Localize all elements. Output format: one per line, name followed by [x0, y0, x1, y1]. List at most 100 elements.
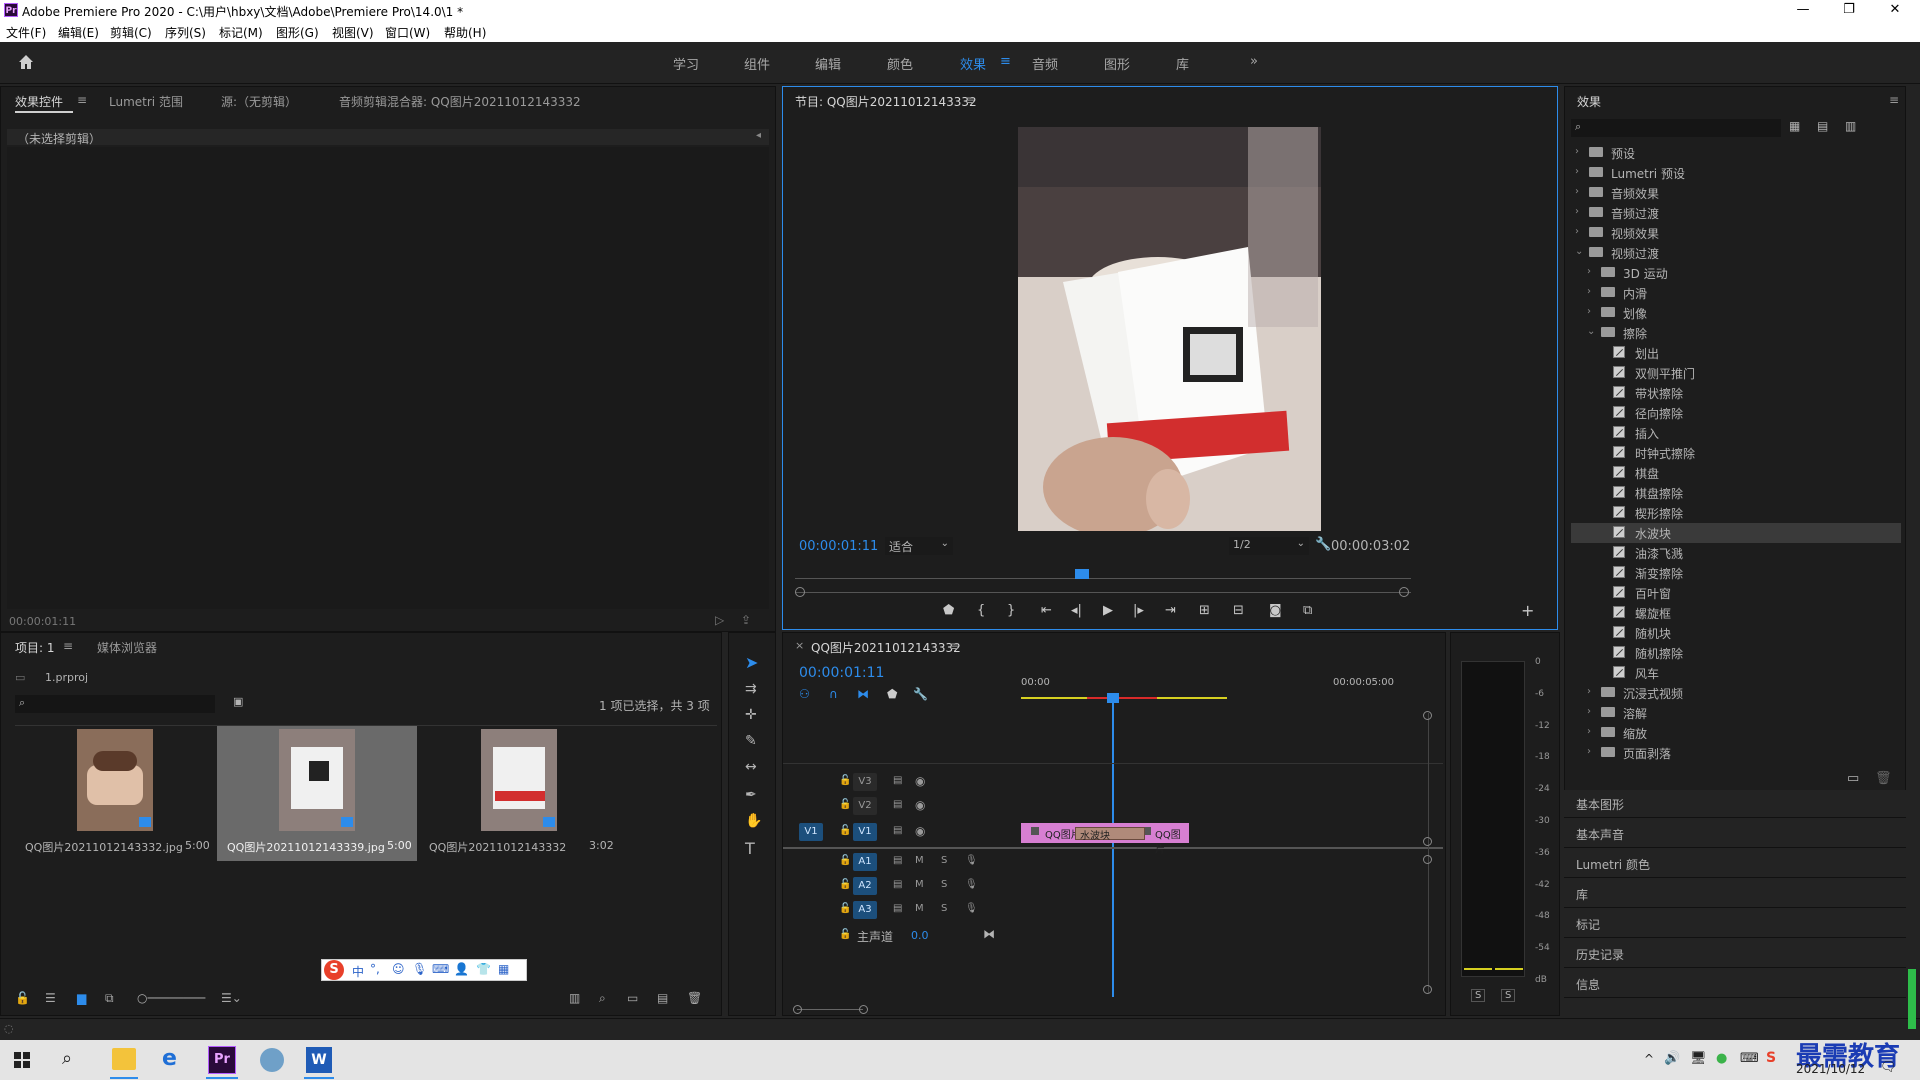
track-target-a2[interactable]: A2 [853, 877, 877, 895]
chevron-right-icon[interactable]: › [1587, 266, 1591, 277]
workspace-menu-icon[interactable]: ≡ [1000, 54, 1011, 69]
project-menu-icon[interactable]: ≡ [63, 639, 73, 653]
workspace-editing[interactable]: 编辑 [815, 54, 841, 73]
export-icon[interactable]: ⇪ [741, 613, 751, 627]
zoom-handle-right[interactable] [1399, 587, 1409, 597]
program-playhead[interactable] [1075, 569, 1089, 579]
panel-lumetri-color[interactable]: Lumetri 颜色 [1564, 850, 1906, 878]
new-bin-icon[interactable]: ▭ [1847, 771, 1859, 786]
menu-clip[interactable]: 剪辑(C) [110, 24, 152, 41]
solo-button[interactable]: S [941, 855, 947, 866]
new-bin-icon[interactable]: ▭ [627, 991, 638, 1005]
mute-button[interactable]: M [915, 855, 924, 866]
pen-tool-icon[interactable]: ✒ [745, 787, 757, 803]
panel-history[interactable]: 历史记录 [1564, 940, 1906, 968]
chevron-right-icon[interactable]: › [1587, 306, 1591, 317]
premiere-pro-taskbar-icon[interactable]: Pr [208, 1046, 236, 1074]
lift-icon[interactable]: ⊞ [1199, 603, 1210, 618]
sogou-tray-icon[interactable]: S [1766, 1050, 1776, 1066]
mark-out-icon[interactable]: } [1007, 603, 1015, 618]
chevron-right-icon[interactable]: › [1587, 746, 1591, 757]
sync-lock-icon[interactable]: ▤ [893, 825, 902, 836]
track-target-v1[interactable]: V1 [853, 823, 877, 841]
effect-item[interactable]: 螺旋框 [1571, 603, 1901, 623]
effects-menu-icon[interactable]: ≡ [1889, 93, 1899, 107]
workspace-graphics[interactable]: 图形 [1104, 54, 1130, 73]
collapse-icon[interactable]: ◂ [756, 130, 761, 141]
effect-item[interactable]: 棋盘 [1571, 463, 1901, 483]
tab-source[interactable]: 源:（无剪辑） [221, 93, 297, 110]
workspace-more-icon[interactable]: » [1250, 54, 1258, 69]
step-forward-icon[interactable]: |▸ [1133, 603, 1144, 618]
track-target-a3[interactable]: A3 [853, 901, 877, 919]
play-button-icon[interactable]: ▶ [1103, 603, 1113, 618]
menu-view[interactable]: 视图(V) [332, 24, 374, 41]
effect-folder[interactable]: › 页面剥落 [1571, 743, 1901, 763]
effect-folder[interactable]: › Lumetri 预设 [1571, 163, 1901, 183]
panel-essential-graphics[interactable]: 基本图形 [1564, 790, 1906, 818]
mark-in-icon[interactable]: { [977, 603, 985, 618]
trash-icon[interactable]: 🗑 [1875, 771, 1892, 786]
lock-icon[interactable]: 🔓 [839, 929, 851, 940]
effect-item[interactable]: 插入 [1571, 423, 1901, 443]
icon-view-icon[interactable]: ▆ [77, 991, 86, 1005]
32bit-effects-icon[interactable]: ▤ [1817, 119, 1828, 133]
effect-folder[interactable]: › 音频效果 [1571, 183, 1901, 203]
edge-browser-icon[interactable]: e [162, 1046, 177, 1071]
skin-icon[interactable]: 👕 [476, 962, 491, 976]
project-search-input[interactable]: ⌕ [15, 695, 215, 713]
yuv-effects-icon[interactable]: ▥ [1845, 119, 1856, 133]
windows-start-icon[interactable] [14, 1052, 30, 1068]
extract-icon[interactable]: ⊟ [1233, 603, 1244, 618]
play-icon[interactable]: ▷ [715, 613, 724, 627]
vscroll-handle[interactable] [1423, 711, 1432, 720]
menu-help[interactable]: 帮助(H) [444, 24, 486, 41]
go-to-in-icon[interactable]: ⇤ [1041, 603, 1052, 618]
solo-button[interactable]: S [941, 879, 947, 890]
effect-item[interactable]: 时钟式擦除 [1571, 443, 1901, 463]
lock-icon[interactable]: 🔓 [839, 799, 851, 810]
effect-item[interactable]: 风车 [1571, 663, 1901, 683]
chevron-right-icon[interactable]: › [1587, 706, 1591, 717]
sort-icon[interactable]: ☰⌄ [221, 991, 242, 1005]
effects-title[interactable]: 效果 [1577, 93, 1601, 110]
effects-search-input[interactable]: ⌕ [1571, 119, 1781, 137]
effect-item[interactable]: 百叶窗 [1571, 583, 1901, 603]
chevron-right-icon[interactable]: › [1587, 686, 1591, 697]
find-icon[interactable]: ⌕ [599, 991, 606, 1006]
project-item[interactable]: QQ图片20211012143332 3:02 [419, 725, 619, 861]
vscroll-handle[interactable] [1423, 985, 1432, 994]
project-item[interactable]: QQ图片20211012143332.jpg 5:00 [15, 725, 215, 861]
nest-icon[interactable]: ⚇ [799, 687, 810, 701]
chevron-right-icon[interactable]: › [1575, 206, 1579, 217]
new-item-icon[interactable]: ▤ [657, 991, 668, 1005]
effect-folder[interactable]: › 缩放 [1571, 723, 1901, 743]
effect-folder[interactable]: › 音频过渡 [1571, 203, 1901, 223]
ime-punctuation[interactable]: °, [370, 962, 380, 976]
minimize-button[interactable]: — [1780, 0, 1826, 22]
tab-project[interactable]: 项目: 1 [15, 639, 55, 656]
home-icon[interactable] [16, 52, 36, 72]
accelerated-effects-icon[interactable]: ▦ [1789, 119, 1800, 133]
lock-icon[interactable]: 🔓 [839, 855, 851, 866]
lock-icon[interactable]: 🔓 [839, 775, 851, 786]
workspace-audio[interactable]: 音频 [1032, 54, 1058, 73]
solo-button[interactable]: S [941, 903, 947, 914]
tab-audio-clip-mixer[interactable]: 音频剪辑混合器: QQ图片20211012143332 [339, 93, 581, 110]
timeline-timecode[interactable]: 00:00:01:11 [799, 665, 884, 681]
effect-item[interactable]: 带状擦除 [1571, 383, 1901, 403]
lock-icon[interactable]: 🔓 [839, 903, 851, 914]
resolution-dropdown[interactable]: 1/2 ⌄ [1229, 537, 1309, 555]
list-view-icon[interactable]: ☰ [45, 991, 56, 1005]
lock-icon[interactable]: 🔓 [839, 825, 851, 836]
tab-lumetri-scopes[interactable]: Lumetri 范围 [109, 93, 183, 110]
maximize-button[interactable]: ❐ [1826, 0, 1872, 22]
word-icon[interactable]: W [306, 1047, 332, 1073]
zoom-handle-left[interactable] [793, 1005, 802, 1014]
video-audio-divider[interactable] [783, 847, 1443, 849]
effect-item[interactable]: 径向擦除 [1571, 403, 1901, 423]
add-button-icon[interactable]: + [1521, 601, 1534, 620]
notification-icon[interactable]: 🗨 [1880, 1060, 1897, 1075]
user-icon[interactable]: 👤 [454, 962, 469, 976]
automate-sequence-icon[interactable]: ▥ [569, 991, 580, 1005]
